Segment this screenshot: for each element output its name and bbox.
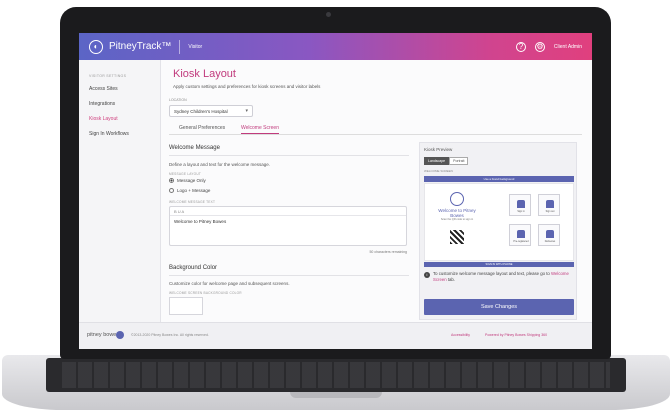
main-content: Kiosk Layout Apply custom settings and p… [161, 60, 592, 322]
info-text: To customize welcome message layout and … [433, 271, 550, 276]
preview-tile-sign-in: Sign in [509, 194, 531, 216]
radio-message-only[interactable]: Message Only [169, 178, 206, 183]
page-subtitle: Apply custom settings and preferences fo… [173, 84, 321, 89]
tile-caption: Pre-registered [513, 240, 529, 243]
radio-selected-icon [169, 178, 174, 183]
qr-code-icon [450, 230, 464, 244]
sidebar-item-kiosk-layout[interactable]: Kiosk Layout [89, 116, 160, 122]
tab-bar: General Preferences Welcome Screen [169, 123, 582, 135]
radio-label: Logo + Message [177, 188, 211, 193]
person-icon [546, 200, 554, 208]
accessibility-link[interactable]: Accessibility [451, 333, 470, 337]
location-select[interactable]: Sydney Children's Hospital ▾ [169, 105, 253, 117]
pitneytrack-logo-icon: ◐ [89, 39, 103, 54]
welcome-message-title: Welcome Message [169, 145, 220, 151]
section-divider [169, 275, 409, 276]
preview-screen-label: WELCOME SCREEN [424, 169, 453, 173]
qr-icon [517, 230, 525, 238]
gear-icon[interactable]: ⚙ [534, 41, 545, 52]
welcome-message-editor[interactable]: B U A Welcome to Pitney Bowes [169, 206, 407, 246]
orientation-toggle: Landscape Portrait [424, 157, 469, 165]
info-icon: i [424, 272, 430, 278]
trackpad-notch [290, 392, 382, 398]
preview-welcome-text: Welcome to Pitney Bowes [438, 208, 476, 218]
welcome-description: Define a layout and text for the welcome… [169, 162, 271, 167]
preview-info: i To customize welcome message layout an… [424, 271, 574, 283]
background-color-title: Background Color [169, 265, 218, 271]
pitney-bowes-logo-icon [116, 331, 124, 339]
sidebar: VISITOR SETTINGS Access Sites Integratio… [79, 60, 161, 322]
tab-welcome-screen[interactable]: Welcome Screen [241, 125, 279, 134]
section-divider [169, 155, 409, 156]
laptop-photo: ◐ PitneyTrack™ Visitor ? ⚙ Client Admin … [0, 0, 672, 414]
app-screen: ◐ PitneyTrack™ Visitor ? ⚙ Client Admin … [79, 33, 592, 349]
radio-label: Message Only [177, 178, 206, 183]
message-layout-label: MESSAGE LAYOUT [169, 172, 201, 176]
editor-toolbar[interactable]: B U A [170, 207, 406, 216]
top-bar: ◐ PitneyTrack™ Visitor ? ⚙ Client Admin [79, 33, 592, 60]
footer-brand: pitney bowes [87, 332, 120, 338]
brand-name: PitneyTrack™ [109, 41, 172, 52]
powered-by-link[interactable]: Powered by Pitney Bowes Shipping 360 [485, 333, 547, 337]
radio-empty-icon [169, 188, 174, 193]
background-color-picker[interactable] [169, 297, 203, 315]
sidebar-heading: VISITOR SETTINGS [89, 74, 127, 78]
copyright: ©2013-2020 Pitney Bowes Inc. All rights … [131, 333, 209, 337]
chevron-down-icon: ▾ [245, 108, 248, 114]
tile-caption: Deliveries [544, 240, 556, 243]
preview-scan-text: Scan the QR code to sign in [440, 218, 474, 221]
user-menu[interactable]: Client Admin [554, 44, 582, 50]
save-changes-button[interactable]: Save Changes [424, 299, 574, 315]
tile-caption: Sign out [545, 210, 555, 213]
topbar-actions: ? ⚙ Client Admin [515, 33, 582, 60]
keyboard [62, 362, 610, 388]
welcome-message-text[interactable]: Welcome to Pitney Bowes [170, 216, 406, 227]
preview-tile-pre-registered: Pre-registered [509, 224, 531, 246]
background-color-label: WELCOME SCREEN BACKGROUND COLOR [169, 291, 242, 295]
location-label: LOCATION [169, 98, 187, 102]
person-icon [517, 200, 525, 208]
webcam [326, 12, 331, 17]
footer: pitney bowes ©2013-2020 Pitney Bowes Inc… [79, 322, 592, 349]
radio-logo-message[interactable]: Logo + Message [169, 188, 210, 193]
preview-bottom-bar: SIGN IN WITH PHONE [424, 262, 574, 267]
background-description: Customize color for welcome page and sub… [169, 281, 290, 286]
preview-title: Kiosk Preview [424, 147, 453, 152]
tab-general-preferences[interactable]: General Preferences [179, 125, 225, 131]
location-value: Sydney Children's Hospital [174, 109, 228, 114]
portrait-button[interactable]: Portrait [449, 157, 469, 165]
preview-screen: Welcome to Pitney Bowes Scan the QR code… [424, 183, 574, 261]
landscape-button[interactable]: Landscape [424, 157, 450, 165]
page-title: Kiosk Layout [173, 68, 236, 80]
kiosk-preview-panel: Kiosk Preview Landscape Portrait WELCOME… [419, 142, 577, 320]
welcome-text-label: WELCOME MESSAGE TEXT [169, 200, 216, 204]
preview-top-bar: Use a brand background [424, 176, 574, 182]
preview-logo-icon [450, 192, 464, 206]
sidebar-item-integrations[interactable]: Integrations [89, 101, 160, 107]
info-tail: tab. [447, 277, 455, 282]
sidebar-item-sign-in-workflows[interactable]: Sign In Workflows [89, 131, 160, 137]
help-circle-icon[interactable]: ? [515, 41, 526, 52]
preview-tile-sign-out: Sign out [538, 194, 560, 216]
tile-caption: Sign in [517, 210, 525, 213]
nav-tab-visitor[interactable]: Visitor [188, 44, 202, 50]
char-count: 50 characters remaining [369, 250, 407, 254]
topbar-divider [179, 39, 181, 54]
preview-tile-deliveries: Deliveries [538, 224, 560, 246]
door-icon [546, 230, 554, 238]
sidebar-item-access-sites[interactable]: Access Sites [89, 86, 160, 92]
